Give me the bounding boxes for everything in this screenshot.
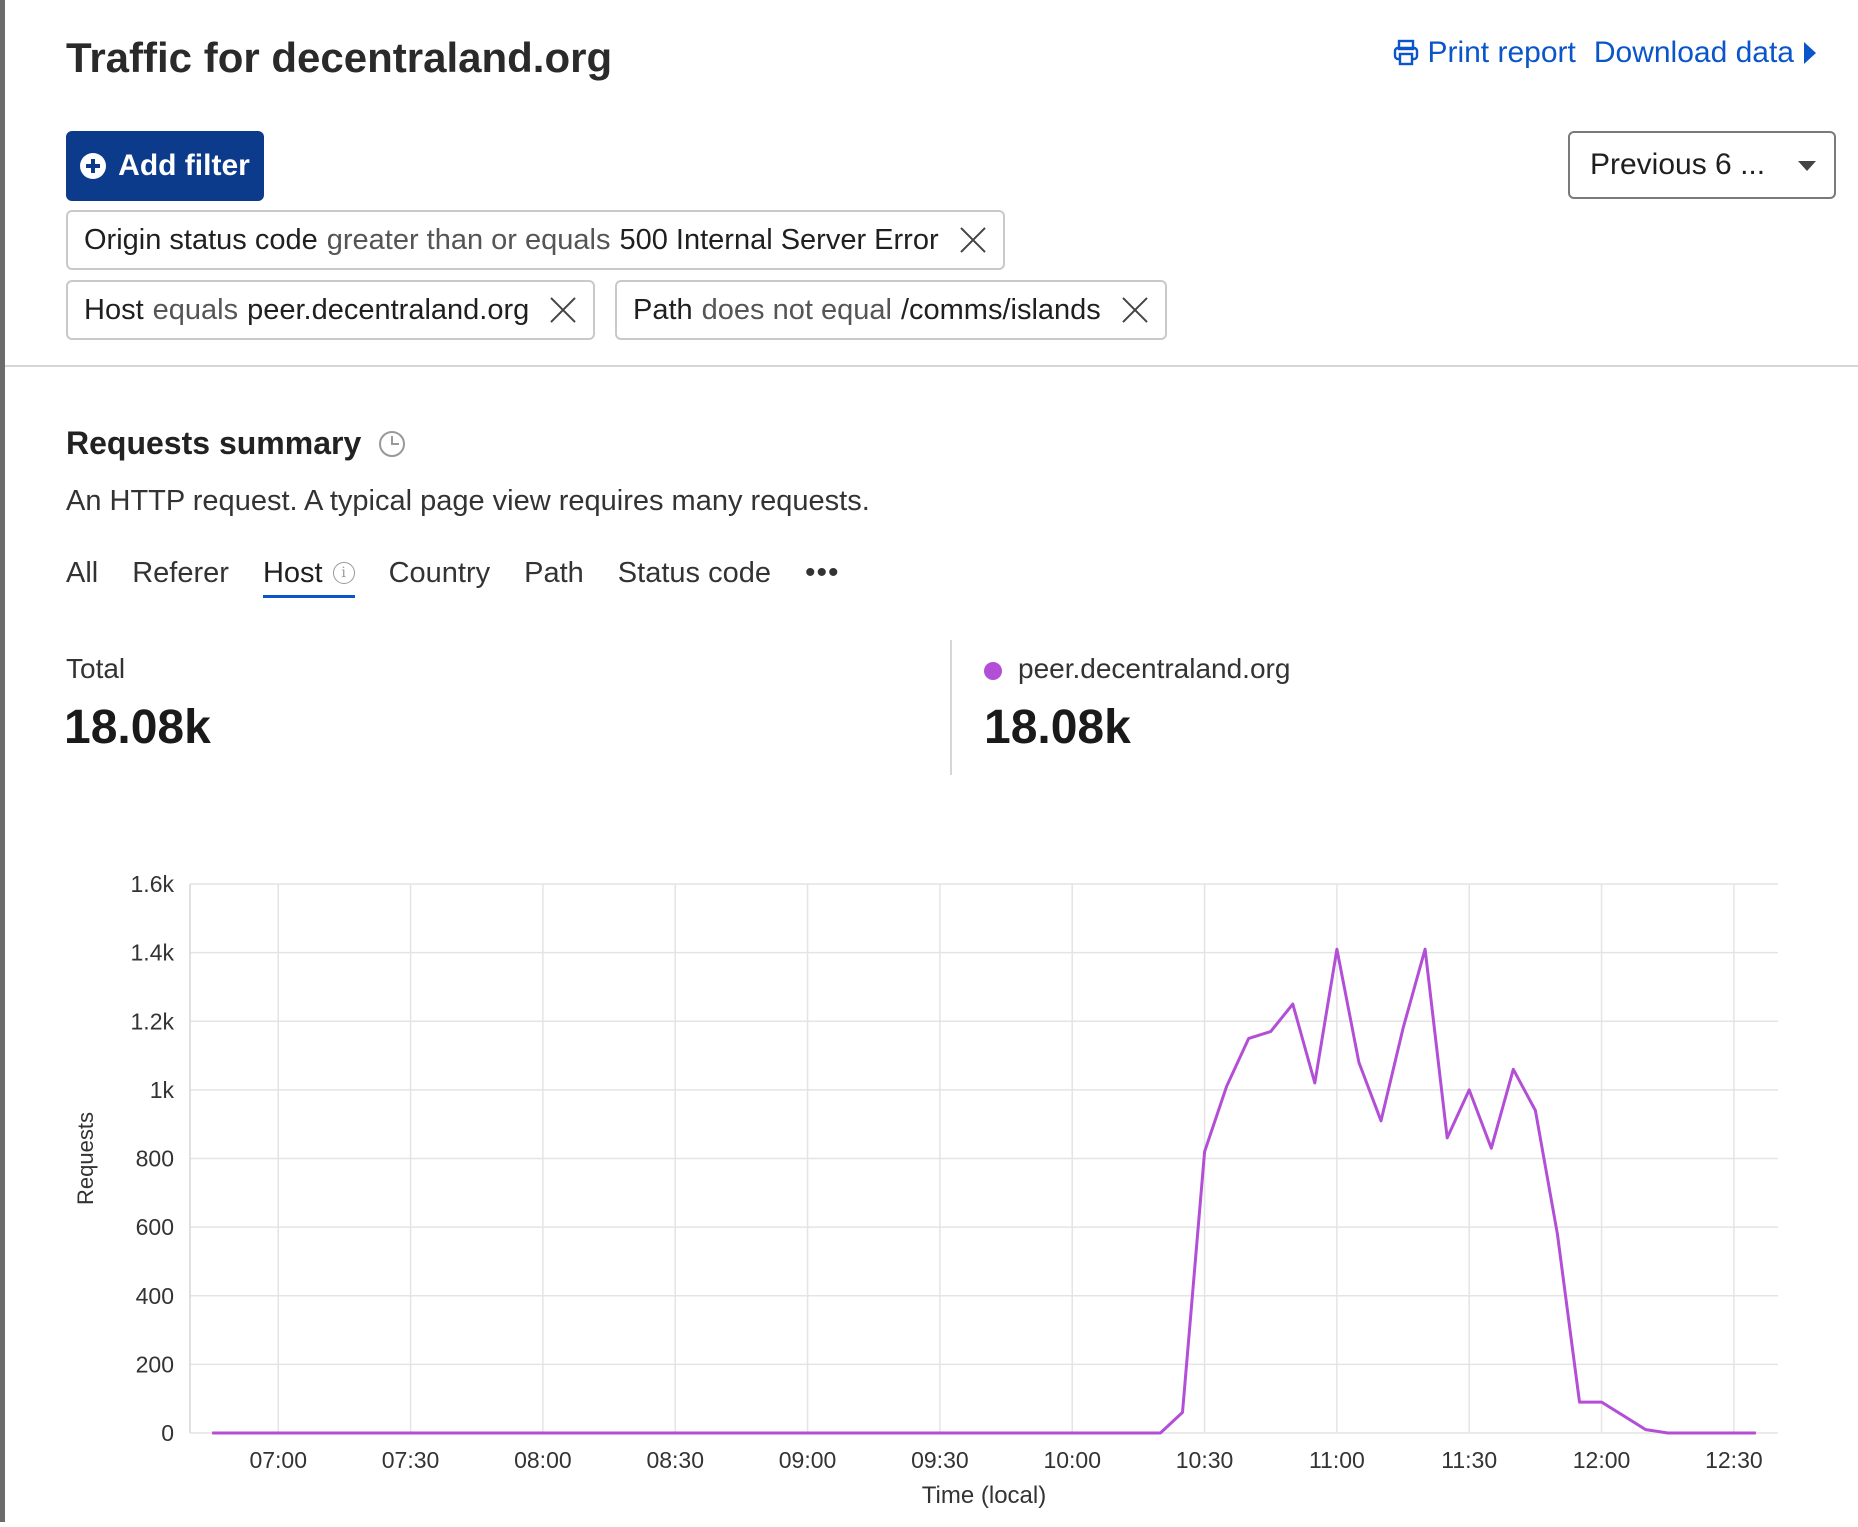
requests-chart: 0 200 400 600 800 1k 1.2k 1.4k 1.6k 07:00 07:30 08:… (60, 850, 1820, 1522)
total-value: 18.08k (64, 700, 211, 755)
y-tick-label: 600 (136, 1214, 174, 1240)
filter-key: Host (84, 294, 144, 327)
tab-all[interactable]: All (66, 556, 98, 598)
filter-operator: does not equal (702, 294, 892, 327)
clock-icon[interactable] (379, 431, 405, 457)
close-icon[interactable] (1121, 296, 1149, 324)
filter-chip-host[interactable]: Host equals peer.decentraland.org (66, 280, 595, 340)
x-tick-label: 10:00 (1043, 1447, 1101, 1473)
series-legend: peer.decentraland.org (984, 653, 1290, 685)
section-title: Requests summary (66, 425, 405, 462)
time-range-value: Previous 6 ... (1590, 148, 1765, 182)
tab-host[interactable]: Host i (263, 556, 355, 598)
tab-status-code[interactable]: Status code (618, 556, 771, 598)
caret-right-icon (1802, 40, 1818, 66)
filter-value: 500 Internal Server Error (619, 224, 938, 257)
download-data-label: Download data (1594, 36, 1794, 70)
y-axis-title: Requests (73, 1112, 98, 1205)
y-tick-label: 400 (136, 1283, 174, 1309)
x-tick-label: 08:00 (514, 1447, 572, 1473)
y-tick-label: 1.6k (131, 871, 175, 897)
series-label: peer.decentraland.org (1018, 653, 1290, 684)
stat-divider (950, 640, 952, 775)
x-tick-label: 12:30 (1705, 1447, 1763, 1473)
tab-referer[interactable]: Referer (132, 556, 229, 598)
x-tick-label: 09:00 (779, 1447, 837, 1473)
plus-circle-icon (80, 153, 106, 179)
filter-key: Origin status code (84, 224, 318, 257)
y-tick-label: 800 (136, 1146, 174, 1172)
breakdown-tabs: All Referer Host i Country Path Status c… (66, 556, 839, 598)
legend-dot-icon (984, 662, 1002, 680)
total-label: Total (66, 653, 125, 685)
chart-svg: 0 200 400 600 800 1k 1.2k 1.4k 1.6k 07:00 07:30 08:… (60, 850, 1820, 1522)
filter-chip-origin-status[interactable]: Origin status code greater than or equal… (66, 210, 1005, 270)
filter-key: Path (633, 294, 693, 327)
tab-country[interactable]: Country (389, 556, 491, 598)
page-title: Traffic for decentraland.org (66, 34, 612, 82)
more-icon[interactable]: ••• (805, 556, 840, 598)
tab-host-label: Host (263, 557, 323, 590)
time-range-select[interactable]: Previous 6 ... (1568, 131, 1836, 199)
header-actions: Print report Download data (1393, 36, 1818, 70)
info-icon[interactable]: i (333, 562, 355, 584)
series-value: 18.08k (984, 700, 1131, 755)
y-tick-label: 200 (136, 1351, 174, 1377)
x-tick-label: 11:30 (1441, 1447, 1497, 1473)
y-tick-label: 1.2k (131, 1008, 175, 1034)
filter-operator: greater than or equals (327, 224, 611, 257)
x-tick-label: 08:30 (646, 1447, 704, 1473)
x-tick-label: 11:00 (1309, 1447, 1365, 1473)
section-divider (5, 365, 1858, 367)
requests-summary-title: Requests summary (66, 425, 361, 462)
x-tick-label: 09:30 (911, 1447, 969, 1473)
y-tick-label: 0 (161, 1420, 174, 1446)
printer-icon (1393, 39, 1419, 67)
print-report-label: Print report (1427, 36, 1575, 70)
close-icon[interactable] (959, 226, 987, 254)
close-icon[interactable] (549, 296, 577, 324)
add-filter-label: Add filter (118, 149, 250, 183)
filter-chip-path[interactable]: Path does not equal /comms/islands (615, 280, 1167, 340)
y-tick-label: 1k (150, 1077, 175, 1103)
chevron-down-icon (1798, 161, 1816, 171)
filter-operator: equals (153, 294, 238, 327)
download-data-link[interactable]: Download data (1594, 36, 1818, 70)
x-tick-label: 07:30 (382, 1447, 440, 1473)
x-tick-label: 07:00 (249, 1447, 307, 1473)
window-edge (0, 0, 5, 1522)
section-description: An HTTP request. A typical page view req… (66, 485, 870, 518)
x-axis-title: Time (local) (922, 1482, 1046, 1509)
x-tick-label: 12:00 (1573, 1447, 1631, 1473)
x-tick-label: 10:30 (1176, 1447, 1234, 1473)
add-filter-button[interactable]: Add filter (66, 131, 264, 201)
filter-value: peer.decentraland.org (247, 294, 529, 327)
y-tick-label: 1.4k (131, 940, 175, 966)
print-report-link[interactable]: Print report (1393, 36, 1575, 70)
tab-path[interactable]: Path (524, 556, 584, 598)
filter-value: /comms/islands (901, 294, 1101, 327)
